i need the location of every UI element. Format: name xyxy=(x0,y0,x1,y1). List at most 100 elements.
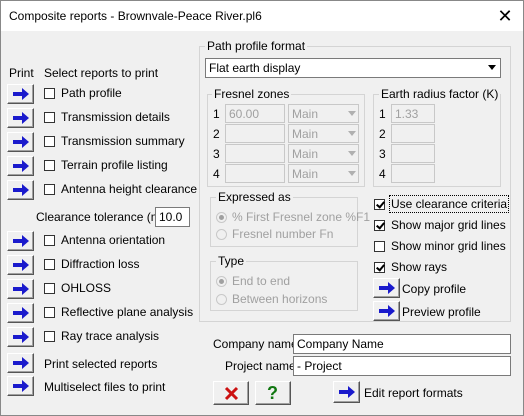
report-label: Terrain profile listing xyxy=(61,158,168,172)
fresnel-main-select[interactable]: Main xyxy=(288,104,359,123)
copy-profile-button[interactable] xyxy=(373,278,400,298)
profile-option-label: Show rays xyxy=(391,260,448,274)
help-button[interactable]: ? xyxy=(255,381,291,405)
report-checkbox[interactable] xyxy=(44,307,55,318)
print-report-button[interactable] xyxy=(7,84,34,104)
type-label: Type xyxy=(216,254,247,268)
report-label: Reflective plane analysis xyxy=(61,305,194,319)
profile-option-checkbox[interactable] xyxy=(374,220,385,231)
chevron-down-icon xyxy=(348,151,356,156)
fresnel-main-select[interactable]: Main xyxy=(288,164,359,183)
report-label: OHLOSS xyxy=(61,281,112,295)
earth-factor-input[interactable] xyxy=(391,144,435,163)
radio-between-horizons-label: Between horizons xyxy=(232,292,328,306)
arrow-right-icon xyxy=(13,357,29,369)
print-column-header: Print xyxy=(9,66,34,80)
clearance-tolerance-label: Clearance tolerance (m) xyxy=(36,210,165,224)
fresnel-row-number: 2 xyxy=(213,127,220,141)
profile-option-checkbox[interactable] xyxy=(374,262,385,273)
arrow-right-icon xyxy=(13,307,29,319)
chevron-down-icon xyxy=(348,171,356,176)
radio-fresnel-number[interactable] xyxy=(216,229,227,240)
preview-profile-label: Preview profile xyxy=(402,305,481,319)
earth-row-number: 4 xyxy=(379,167,386,181)
radio-between-horizons[interactable] xyxy=(216,294,227,305)
multiselect-files-button[interactable] xyxy=(7,376,34,396)
print-report-button[interactable] xyxy=(7,327,34,347)
red-x-icon xyxy=(224,386,239,401)
fresnel-value-input[interactable] xyxy=(225,144,285,163)
close-icon[interactable]: ✕ xyxy=(493,4,517,28)
print-report-button[interactable] xyxy=(7,279,34,299)
print-report-button[interactable] xyxy=(7,180,34,200)
fresnel-value-input[interactable]: 60.00 xyxy=(225,104,285,123)
earth-factor-input[interactable] xyxy=(391,124,435,143)
edit-report-formats-button[interactable] xyxy=(333,381,360,403)
print-report-button[interactable] xyxy=(7,255,34,275)
print-selected-button[interactable] xyxy=(7,353,34,373)
fresnel-main-select[interactable]: Main xyxy=(288,144,359,163)
edit-report-formats-label: Edit report formats xyxy=(364,386,463,400)
fresnel-main-value: Main xyxy=(292,167,319,181)
company-name-label: Company name xyxy=(213,337,298,351)
arrow-right-icon xyxy=(379,305,395,317)
copy-profile-label: Copy profile xyxy=(402,282,467,296)
report-label: Path profile xyxy=(61,86,122,100)
radio-end-to-end-label: End to end xyxy=(232,274,291,288)
report-checkbox[interactable] xyxy=(44,235,55,246)
project-name-input[interactable]: - Project xyxy=(293,356,511,376)
report-label: Ray trace analysis xyxy=(61,329,160,343)
print-report-button[interactable] xyxy=(7,231,34,251)
arrow-right-icon xyxy=(13,136,29,148)
report-label: Transmission details xyxy=(61,110,170,124)
report-checkbox[interactable] xyxy=(44,112,55,123)
fresnel-main-value: Main xyxy=(292,107,319,121)
arrow-right-icon xyxy=(13,184,29,196)
radio-first-fresnel[interactable] xyxy=(216,212,227,223)
earth-factor-input[interactable] xyxy=(391,164,435,183)
radio-first-fresnel-label: % First Fresnel zone %F1 xyxy=(232,210,371,224)
report-checkbox[interactable] xyxy=(44,184,55,195)
chevron-down-icon xyxy=(488,65,496,70)
report-checkbox[interactable] xyxy=(44,259,55,270)
radio-fresnel-number-label: Fresnel number Fn xyxy=(232,227,334,241)
fresnel-value-input[interactable] xyxy=(225,164,285,183)
earth-row-number: 2 xyxy=(379,127,386,141)
arrow-right-icon xyxy=(13,259,29,271)
report-checkbox[interactable] xyxy=(44,88,55,99)
print-report-button[interactable] xyxy=(7,132,34,152)
earth-factor-input[interactable]: 1.33 xyxy=(391,104,435,123)
fresnel-zones-label: Fresnel zones xyxy=(212,87,292,101)
profile-option-checkbox[interactable] xyxy=(374,199,385,210)
company-name-input[interactable]: Company Name xyxy=(293,334,511,354)
fresnel-row-number: 3 xyxy=(213,147,220,161)
profile-option-label: Use clearance criteria xyxy=(388,195,510,213)
cancel-button[interactable] xyxy=(213,381,249,405)
profile-format-select[interactable]: Flat earth display xyxy=(205,58,501,78)
chevron-down-icon xyxy=(348,111,356,116)
print-report-button[interactable] xyxy=(7,303,34,323)
radio-end-to-end[interactable] xyxy=(216,276,227,287)
report-checkbox[interactable] xyxy=(44,136,55,147)
preview-profile-button[interactable] xyxy=(373,301,400,321)
profile-option-label: Show major grid lines xyxy=(391,218,506,232)
fresnel-value-input[interactable] xyxy=(225,124,285,143)
print-selected-label: Print selected reports xyxy=(44,357,158,371)
report-checkbox[interactable] xyxy=(44,331,55,342)
arrow-right-icon xyxy=(13,112,29,124)
clearance-tolerance-input[interactable]: 10.0 xyxy=(155,207,190,227)
arrow-right-icon xyxy=(13,331,29,343)
arrow-right-icon xyxy=(13,235,29,247)
fresnel-main-value: Main xyxy=(292,147,319,161)
arrow-right-icon xyxy=(13,160,29,172)
profile-option-checkbox[interactable] xyxy=(374,241,385,252)
print-report-button[interactable] xyxy=(7,108,34,128)
print-report-button[interactable] xyxy=(7,156,34,176)
arrow-right-icon xyxy=(13,283,29,295)
report-checkbox[interactable] xyxy=(44,160,55,171)
fresnel-row-number: 1 xyxy=(213,107,220,121)
fresnel-main-select[interactable]: Main xyxy=(288,124,359,143)
report-label: Antenna orientation xyxy=(61,233,166,247)
earth-row-number: 3 xyxy=(379,147,386,161)
report-checkbox[interactable] xyxy=(44,283,55,294)
